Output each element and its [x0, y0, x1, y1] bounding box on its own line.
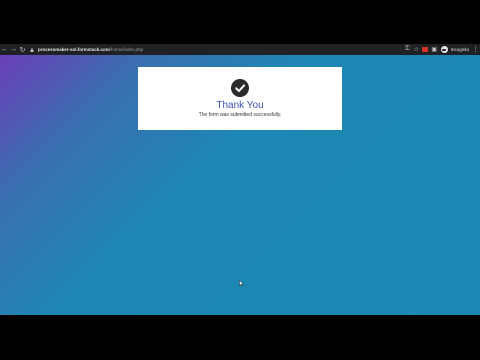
letterbox-bottom: [0, 315, 480, 360]
card-message: The form was submitted successfully.: [198, 112, 282, 118]
mouse-cursor-icon: [239, 280, 244, 287]
thank-you-card: Thank You The form was submitted success…: [138, 67, 342, 130]
address-bar[interactable]: processmaker-sol.formstack.com/forms/ind…: [30, 46, 420, 53]
url-host: processmaker-sol.formstack.com: [38, 47, 110, 52]
url-path: /forms/index.php: [109, 47, 144, 52]
star-icon[interactable]: ☆: [412, 44, 421, 55]
incognito-label: Incognito: [450, 47, 469, 52]
lock-icon: [30, 47, 34, 52]
puzzle-icon[interactable]: ▣: [430, 44, 439, 55]
incognito-icon: [440, 46, 448, 53]
toolbar-right: ⚿ ☆ ▣ Incognito ⋮: [403, 44, 480, 55]
letterbox-top: [0, 0, 480, 44]
page-background: Thank You The form was submitted success…: [0, 55, 480, 315]
checkmark-icon: [231, 79, 249, 97]
extension-icon[interactable]: [421, 44, 430, 55]
reload-icon[interactable]: ↻: [18, 44, 27, 55]
incognito-badge[interactable]: Incognito: [440, 46, 469, 53]
menu-icon[interactable]: ⋮: [471, 44, 480, 55]
back-arrow-icon[interactable]: ←: [0, 44, 9, 55]
card-title: Thank You: [216, 100, 264, 111]
forward-arrow-icon[interactable]: →: [9, 44, 18, 55]
key-icon[interactable]: ⚿: [403, 44, 412, 55]
